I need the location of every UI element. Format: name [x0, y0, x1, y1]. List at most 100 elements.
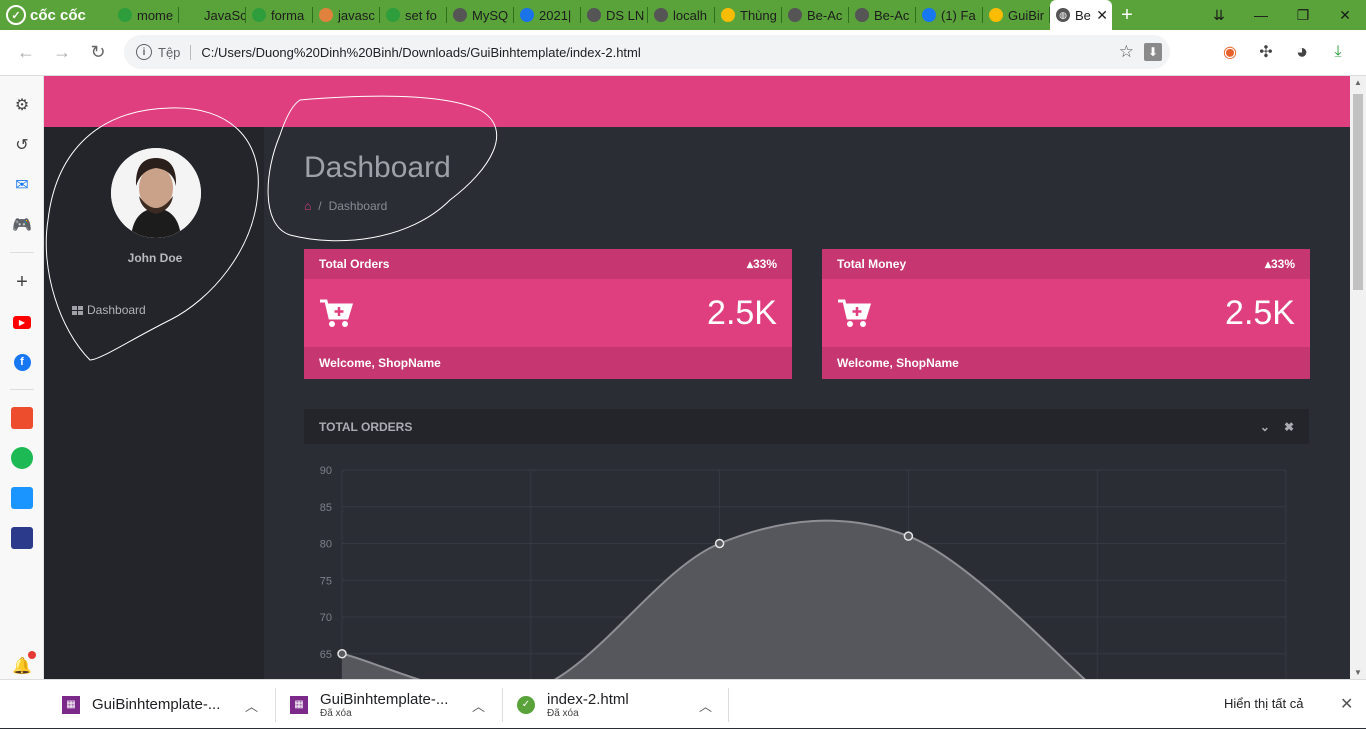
tab[interactable]: JavaSc — [179, 0, 246, 30]
game-app-icon[interactable] — [10, 526, 34, 550]
card-change: 33% — [1270, 257, 1295, 271]
panel-title: TOTAL ORDERS — [319, 419, 413, 434]
history-icon[interactable]: ↺ — [10, 133, 34, 157]
chevron-up-icon[interactable]: ︿ — [472, 696, 485, 715]
minimize-button[interactable]: — — [1240, 0, 1282, 30]
new-tab-button[interactable]: + — [1112, 0, 1142, 30]
facebook-icon[interactable]: f — [10, 350, 34, 374]
sidebar-divider — [10, 252, 34, 253]
avatar-image — [111, 148, 201, 238]
page-download-icon[interactable]: ⬇ — [1144, 43, 1162, 61]
card-footer: Welcome, ShopName — [822, 347, 1310, 379]
download-item[interactable]: ▦ GuiBinhtemplate-... Đã xóa ︿ — [290, 680, 485, 729]
orders-chart-panel: TOTAL ORDERS ⌄ ✖ 90 85 80 75 70 65 — [304, 409, 1309, 679]
scroll-down-arrow-icon[interactable]: ▼ — [1354, 668, 1362, 677]
tab-title: localh — [673, 7, 707, 23]
tiki-icon[interactable] — [10, 486, 34, 510]
show-all-downloads-button[interactable]: Hiển thị tất cả — [1224, 696, 1304, 711]
y-tick-label: 90 — [320, 465, 332, 477]
y-tick-label: 70 — [320, 612, 332, 624]
extension-color-icon[interactable]: ◉ — [1216, 38, 1244, 66]
back-button[interactable]: ← — [8, 35, 44, 71]
data-point — [903, 531, 914, 541]
settings-gear-icon[interactable]: ⚙ — [10, 93, 34, 117]
tab-favicon-icon — [118, 8, 132, 22]
bookmark-star-icon[interactable]: ☆ — [1119, 42, 1134, 62]
card-title: Total Orders — [319, 257, 390, 271]
download-item[interactable]: ✓ index-2.html Đã xóa ︿ — [517, 680, 712, 729]
forward-button[interactable]: → — [44, 35, 80, 71]
reload-button[interactable]: ↻ — [80, 35, 116, 71]
card-value: 2.5K — [707, 293, 777, 332]
web-page: John Doe Dashboard Dashboard ⌂ / Dashboa… — [44, 76, 1350, 679]
downloads-icon[interactable]: ⤓ — [1324, 38, 1352, 66]
tab-favicon-icon — [252, 8, 266, 22]
tab[interactable]: (1) Fa — [916, 0, 983, 30]
coccoc-logo[interactable]: ✓ cốc cốc — [0, 0, 112, 30]
notification-bell-icon[interactable]: 🔔 — [10, 651, 36, 678]
coccoc-file-icon: ✓ — [517, 695, 535, 714]
tab[interactable]: set fo — [380, 0, 447, 30]
address-bar[interactable]: i Tệp C:/Users/Duong%20Dinh%20Binh/Downl… — [124, 35, 1170, 69]
dashboard-grid-icon — [72, 305, 83, 315]
page-scrollbar[interactable]: ▲ ▼ — [1350, 76, 1366, 679]
tab-title: 2021| — [539, 7, 572, 23]
url-text[interactable]: C:/Users/Duong%20Dinh%20Binh/Downloads/G… — [201, 45, 640, 60]
tab-search-icon[interactable]: ⇊ — [1198, 0, 1240, 30]
profile-icon[interactable]: ◕ — [1288, 38, 1316, 66]
download-name: GuiBinhtemplate-... — [92, 696, 221, 713]
user-avatar[interactable] — [111, 148, 201, 238]
y-tick-label: 65 — [320, 649, 332, 661]
tab[interactable]: Be-Ac — [849, 0, 916, 30]
tab[interactable]: mome — [112, 0, 179, 30]
tab-title: set fo — [405, 7, 437, 23]
tab[interactable]: Be-Ac — [782, 0, 849, 30]
tab-title: MySQ — [472, 7, 509, 23]
y-tick-label: 80 — [320, 539, 332, 551]
close-tab-icon[interactable]: ✕ — [1096, 7, 1108, 24]
close-shelf-icon[interactable]: ✕ — [1340, 694, 1353, 714]
messenger-icon[interactable]: ✉ — [10, 173, 34, 197]
close-panel-icon[interactable]: ✖ — [1284, 420, 1294, 434]
tab[interactable]: GuiBir — [983, 0, 1050, 30]
extensions-puzzle-icon[interactable]: ✣ — [1252, 38, 1280, 66]
maximize-button[interactable]: ❐ — [1282, 0, 1324, 30]
shopee-icon[interactable] — [10, 406, 34, 430]
tab[interactable]: javasc — [313, 0, 380, 30]
archive-file-icon: ▦ — [290, 695, 308, 714]
youtube-icon[interactable]: ▶ — [10, 310, 34, 334]
add-icon[interactable]: + — [10, 270, 34, 294]
spotify-icon[interactable] — [10, 446, 34, 470]
orders-area-chart: 90 85 80 75 70 65 — [320, 465, 1287, 679]
game-icon[interactable]: 🎮 — [10, 213, 34, 237]
tab-favicon-icon — [855, 8, 869, 22]
close-window-button[interactable]: ✕ — [1324, 0, 1366, 30]
tab[interactable]: Thùng — [715, 0, 782, 30]
tab[interactable]: MySQ — [447, 0, 514, 30]
download-divider — [728, 688, 729, 722]
card-title: Total Money — [837, 257, 907, 271]
breadcrumb-current: Dashboard — [328, 199, 388, 213]
tab-favicon-icon — [989, 8, 1003, 22]
chevron-up-icon[interactable]: ︿ — [699, 696, 712, 715]
brand-name: cốc cốc — [30, 6, 86, 24]
browser-toolbar: ← → ↻ i Tệp C:/Users/Duong%20Dinh%20Binh… — [0, 30, 1366, 76]
tab[interactable]: localh — [648, 0, 715, 30]
y-tick-label: 85 — [320, 502, 332, 514]
chevron-up-icon[interactable]: ︿ — [245, 696, 258, 715]
info-icon[interactable]: i — [136, 44, 152, 60]
stat-card-orders: Total Orders ▴33% 2.5K Welcome, ShopName — [304, 249, 792, 379]
tab-active[interactable]: ◍ Be ✕ — [1050, 0, 1112, 30]
tab[interactable]: 2021| — [514, 0, 581, 30]
tab-favicon-icon — [922, 8, 936, 22]
tab[interactable]: DS LN — [581, 0, 648, 30]
download-item[interactable]: ▦ GuiBinhtemplate-... ︿ — [62, 680, 258, 729]
tab-favicon-icon — [721, 8, 735, 22]
tab[interactable]: forma — [246, 0, 313, 30]
collapse-chevron-icon[interactable]: ⌄ — [1260, 420, 1270, 434]
home-icon[interactable]: ⌂ — [304, 199, 311, 213]
scrollbar-thumb[interactable] — [1353, 94, 1363, 290]
nav-item-dashboard[interactable]: Dashboard — [72, 303, 146, 317]
tab-title: JavaSc — [204, 7, 246, 23]
scroll-up-arrow-icon[interactable]: ▲ — [1354, 78, 1362, 87]
